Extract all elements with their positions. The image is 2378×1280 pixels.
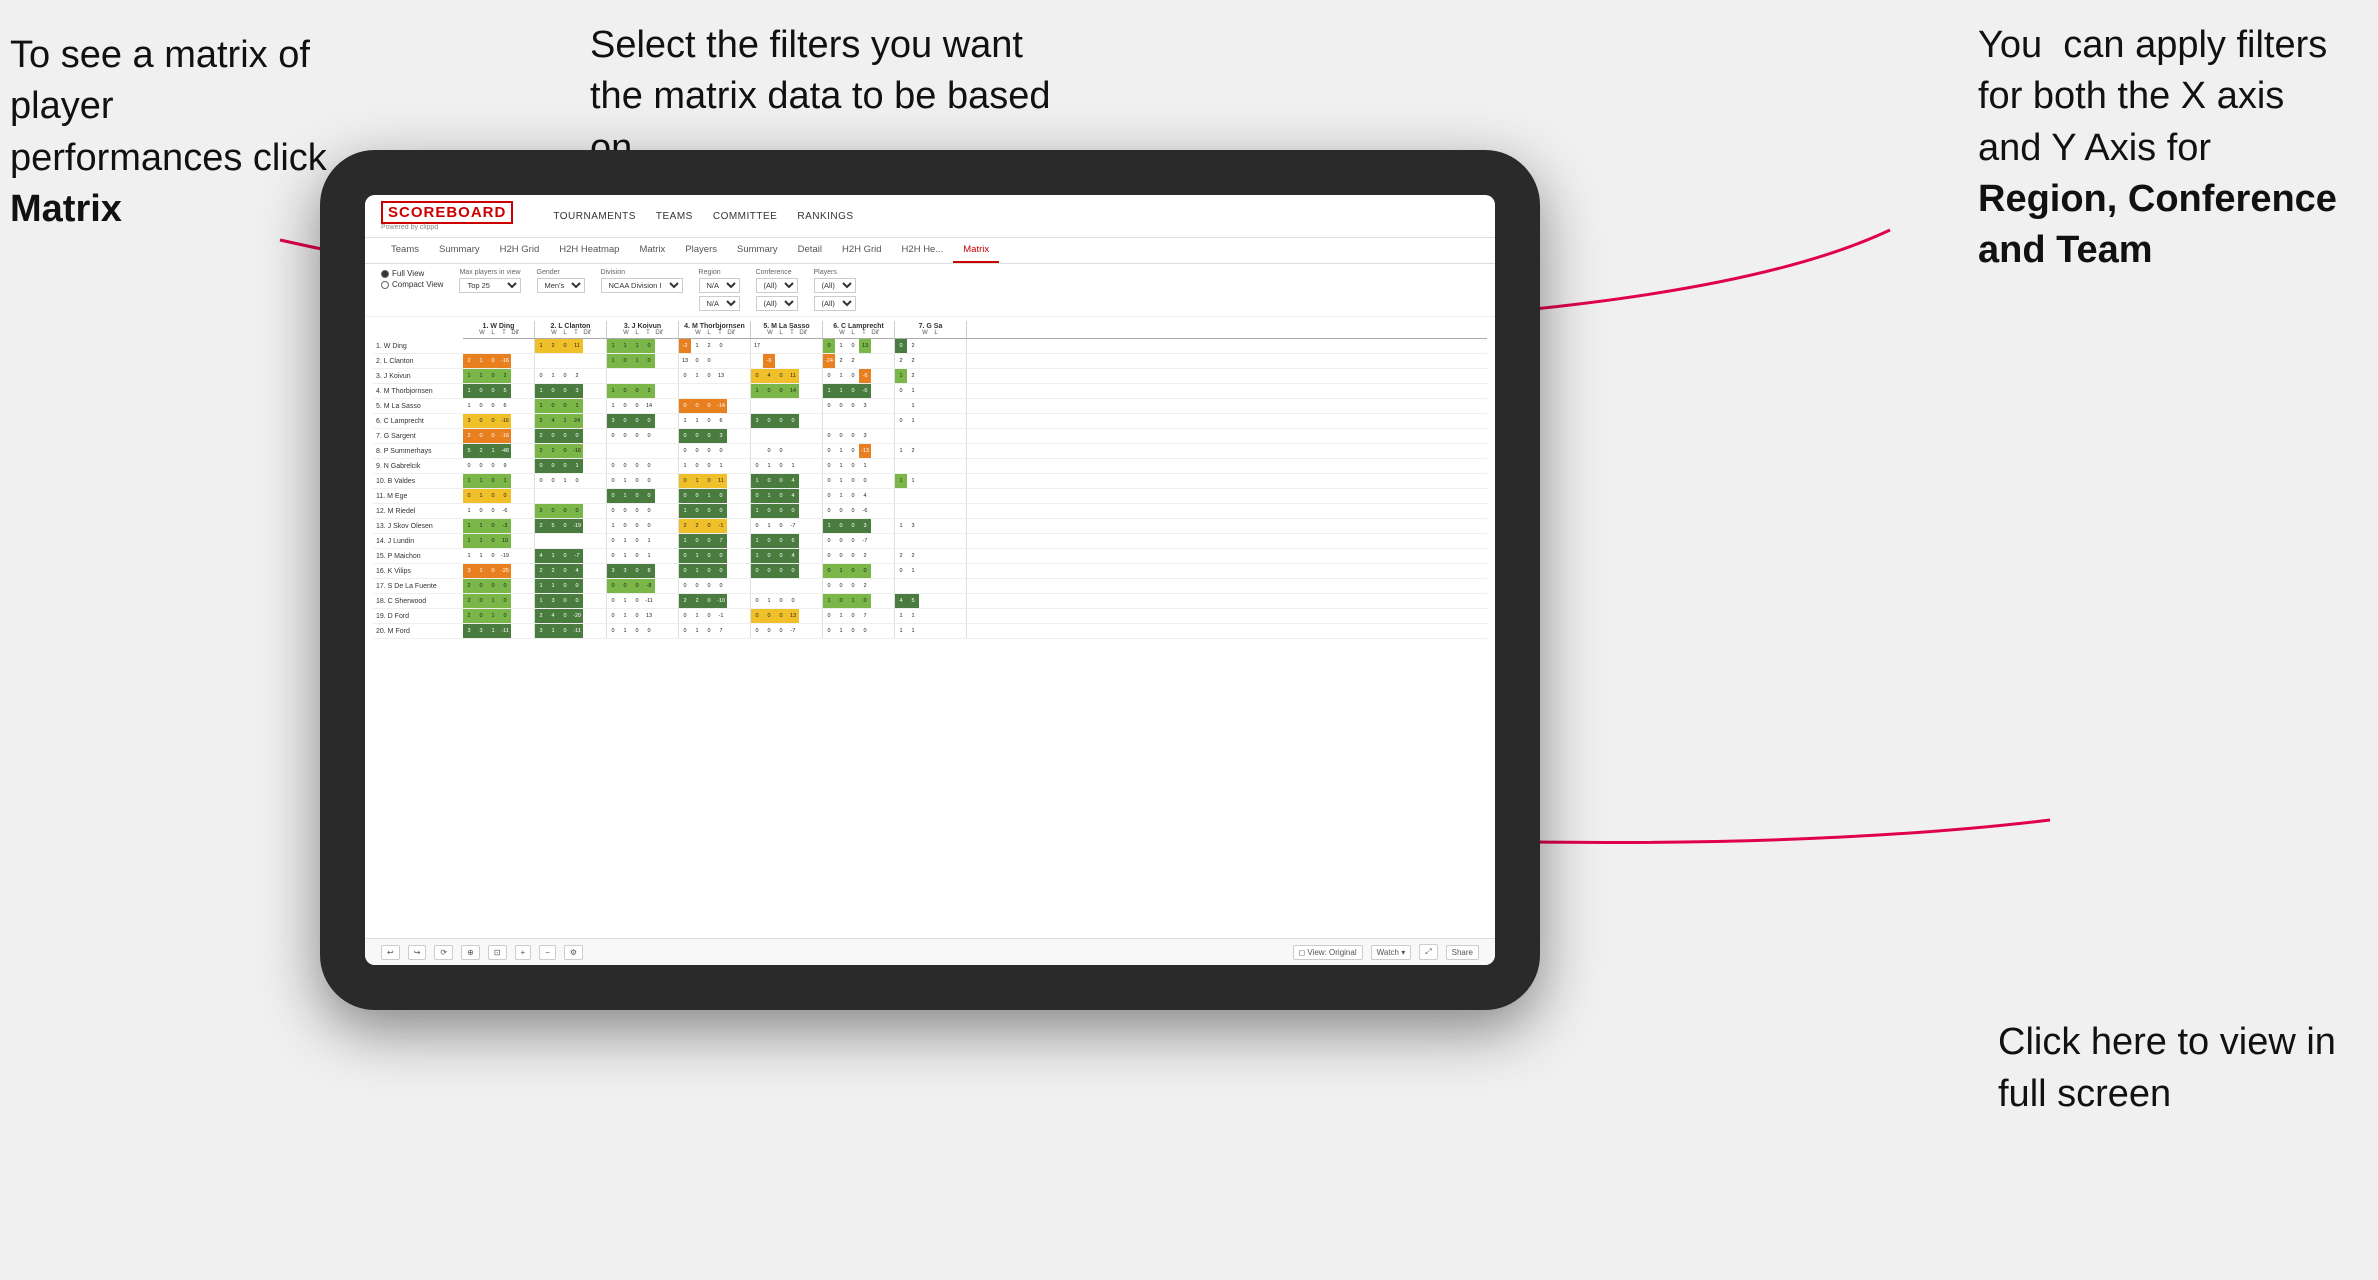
sub-tabs: Teams Summary H2H Grid H2H Heatmap Matri… bbox=[365, 238, 1495, 264]
brand-powered: Powered by clippd bbox=[381, 224, 513, 231]
max-players-select[interactable]: Top 25 bbox=[459, 278, 520, 293]
conference-select-y[interactable]: (All) bbox=[756, 296, 798, 311]
players-select-x[interactable]: (All) bbox=[814, 278, 856, 293]
table-row: 19. D Ford 2010 240-20 01013 bbox=[373, 609, 1487, 624]
tab-h2h-grid[interactable]: H2H Grid bbox=[490, 238, 550, 263]
undo-button[interactable]: ↩ bbox=[381, 945, 400, 960]
region-select-y[interactable]: N/A bbox=[699, 296, 740, 311]
view-icon: ◻ bbox=[1299, 948, 1306, 957]
tab-matrix-players[interactable]: Matrix bbox=[629, 238, 675, 263]
col-7-gsa: 7. G Sa WL bbox=[895, 321, 967, 338]
division-filter: Division NCAA Division I bbox=[601, 269, 683, 293]
gender-select[interactable]: Men's bbox=[537, 278, 585, 293]
matrix-table: 1. W Ding WLTDif 2. L Clanton WLTDif 3. … bbox=[373, 321, 1487, 639]
tab-h2h-he[interactable]: H2H He... bbox=[892, 238, 954, 263]
nav-teams[interactable]: TEAMS bbox=[656, 211, 693, 222]
col-1-wding: 1. W Ding WLTDif bbox=[463, 321, 535, 338]
table-row: 15. P Maichon 110-19 410-7 0101 bbox=[373, 549, 1487, 564]
conference-select-x[interactable]: (All) bbox=[756, 278, 798, 293]
col-6-clamprecht: 6. C Lamprecht WLTDif bbox=[823, 321, 895, 338]
tab-h2h-grid2[interactable]: H2H Grid bbox=[832, 238, 892, 263]
table-row: 8. P Summerhays 521-48 220-16 bbox=[373, 444, 1487, 459]
tablet-screen: SCOREBOARD Powered by clippd TOURNAMENTS… bbox=[365, 195, 1495, 965]
tab-summary[interactable]: Summary bbox=[429, 238, 490, 263]
toolbar-right: ◻ View: Original Watch ▾ ⤢ Share bbox=[1293, 944, 1479, 960]
table-row: 12. M Riedel 100-6 2000 0000 bbox=[373, 504, 1487, 519]
table-row: 18. C Sherwood 2010 1300 010-11 bbox=[373, 594, 1487, 609]
region-filter: Region N/A N/A bbox=[699, 269, 740, 311]
top-nav: SCOREBOARD Powered by clippd TOURNAMENTS… bbox=[365, 195, 1495, 238]
matrix-content: 1. W Ding WLTDif 2. L Clanton WLTDif 3. … bbox=[365, 317, 1495, 938]
tab-players[interactable]: Players bbox=[675, 238, 727, 263]
table-row: 2. L Clanton 210-16 1010 bbox=[373, 354, 1487, 369]
tablet-device: SCOREBOARD Powered by clippd TOURNAMENTS… bbox=[320, 150, 1540, 1010]
toolbar-left: ↩ ↪ ⟳ ⊕ ⊡ + − ⚙ bbox=[381, 945, 583, 960]
grid-button[interactable]: ⊡ bbox=[488, 945, 507, 960]
table-row: 14. J Lundin 11010 0101 bbox=[373, 534, 1487, 549]
compact-view-option[interactable]: Compact View bbox=[381, 280, 443, 289]
table-row: 11. M Ege 0100 0100 bbox=[373, 489, 1487, 504]
tab-h2h-heatmap[interactable]: H2H Heatmap bbox=[549, 238, 629, 263]
column-headers: 1. W Ding WLTDif 2. L Clanton WLTDif 3. … bbox=[463, 321, 1487, 339]
table-row: 1. W Ding 12011 1110 bbox=[373, 339, 1487, 354]
view-options: Full View Compact View bbox=[381, 269, 443, 289]
division-select[interactable]: NCAA Division I bbox=[601, 278, 683, 293]
players-filter: Players (All) (All) bbox=[814, 269, 856, 311]
table-row: 13. J Skov Olesen 110-3 250-19 1000 bbox=[373, 519, 1487, 534]
annotation-bottomright: Click here to view in full screen bbox=[1998, 1017, 2338, 1120]
full-view-radio[interactable] bbox=[381, 270, 389, 278]
table-row: 7. G Sargent 200-16 2000 0000 bbox=[373, 429, 1487, 444]
region-select-x[interactable]: N/A bbox=[699, 278, 740, 293]
table-row: 4. M Thorbjornsen 1005 1003 1002 bbox=[373, 384, 1487, 399]
zoom-out-button[interactable]: − bbox=[539, 945, 556, 960]
col-3-jkoivun: 3. J Koivun WLTDif bbox=[607, 321, 679, 338]
brand: SCOREBOARD Powered by clippd bbox=[381, 201, 513, 231]
fullscreen-button[interactable]: ⤢ bbox=[1419, 944, 1437, 960]
brand-scoreboard: SCOREBOARD bbox=[381, 201, 513, 224]
table-row: 6. C Lamprecht 300-16 24124 3000 bbox=[373, 414, 1487, 429]
nav-committee[interactable]: COMMITTEE bbox=[713, 211, 778, 222]
table-row: 17. S De La Fuente 2000 1100 000-8 bbox=[373, 579, 1487, 594]
view-original-button[interactable]: ◻ View: Original bbox=[1293, 945, 1363, 960]
redo-button[interactable]: ↪ bbox=[408, 945, 427, 960]
settings-button[interactable]: ⚙ bbox=[564, 945, 583, 960]
table-row: 16. K Vilips 310-25 2204 3308 bbox=[373, 564, 1487, 579]
table-row: 9. N Gabrelcik 0009 0001 0000 bbox=[373, 459, 1487, 474]
col-5-mlasasso: 5. M La Sasso WLTDif bbox=[751, 321, 823, 338]
compact-view-radio[interactable] bbox=[381, 281, 389, 289]
filter-bar: Full View Compact View Max players in vi… bbox=[365, 264, 1495, 317]
table-row: 20. M Ford 331-11 310-11 0100 bbox=[373, 624, 1487, 639]
share-button[interactable]: Share bbox=[1446, 945, 1479, 960]
players-select-y[interactable]: (All) bbox=[814, 296, 856, 311]
watch-button[interactable]: Watch ▾ bbox=[1371, 945, 1412, 960]
full-view-option[interactable]: Full View bbox=[381, 269, 443, 278]
bottom-toolbar: ↩ ↪ ⟳ ⊕ ⊡ + − ⚙ ◻ View: Original Watch ▾… bbox=[365, 938, 1495, 965]
add-button[interactable]: ⊕ bbox=[461, 945, 480, 960]
nav-links: TOURNAMENTS TEAMS COMMITTEE RANKINGS bbox=[553, 211, 853, 222]
annotation-topright: You can apply filters for both the X axi… bbox=[1978, 20, 2338, 276]
zoom-in-button[interactable]: + bbox=[515, 945, 532, 960]
refresh-button[interactable]: ⟳ bbox=[434, 945, 453, 960]
table-row: 3. J Koivun 1102 0102 bbox=[373, 369, 1487, 384]
col-4-mthorb: 4. M Thorbjornsen WLTDif bbox=[679, 321, 751, 338]
tab-teams[interactable]: Teams bbox=[381, 238, 429, 263]
tab-detail[interactable]: Detail bbox=[788, 238, 832, 263]
conference-filter: Conference (All) (All) bbox=[756, 269, 798, 311]
matrix-rows: 1. W Ding 12011 1110 bbox=[373, 339, 1487, 639]
nav-tournaments[interactable]: TOURNAMENTS bbox=[553, 211, 636, 222]
annotation-topleft: To see a matrix of player performances c… bbox=[10, 30, 330, 235]
table-row: 10. B Valdes 1101 0010 0100 bbox=[373, 474, 1487, 489]
tab-matrix-active[interactable]: Matrix bbox=[953, 238, 999, 263]
tab-players-summary[interactable]: Summary bbox=[727, 238, 788, 263]
table-row: 5. M La Sasso 1006 1001 10014 bbox=[373, 399, 1487, 414]
nav-rankings[interactable]: RANKINGS bbox=[797, 211, 853, 222]
gender-filter: Gender Men's bbox=[537, 269, 585, 293]
max-players-filter: Max players in view Top 25 bbox=[459, 269, 520, 293]
col-2-lclanton: 2. L Clanton WLTDif bbox=[535, 321, 607, 338]
